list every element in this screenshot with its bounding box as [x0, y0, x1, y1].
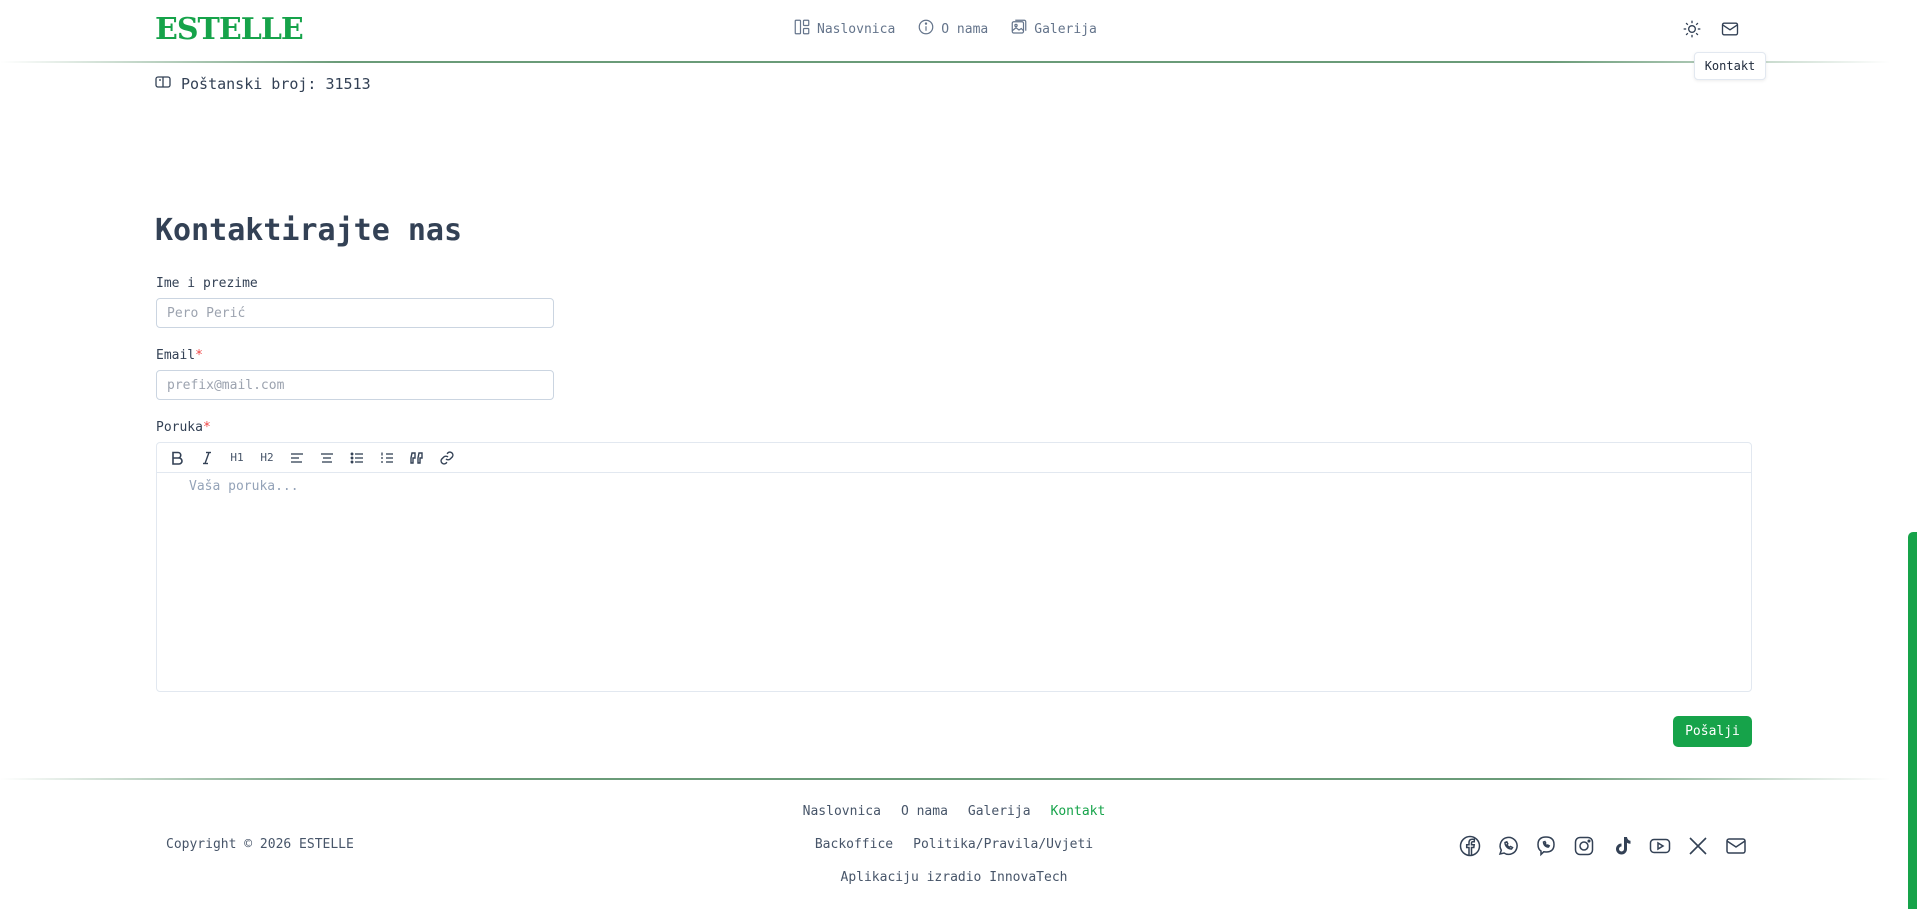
bold-button[interactable]	[163, 446, 191, 470]
link-icon	[440, 450, 454, 465]
italic-button[interactable]	[193, 446, 221, 470]
submit-button[interactable]: Pošalji	[1673, 716, 1752, 747]
mail-icon[interactable]	[1720, 19, 1740, 39]
email-input[interactable]	[156, 370, 554, 400]
viber-icon[interactable]	[1534, 834, 1558, 858]
nav-label: Galerija	[1034, 21, 1097, 37]
ordered-list-icon	[381, 452, 393, 463]
align-left-button[interactable]	[283, 446, 311, 470]
site-header: ESTELLE Naslovnica O nama Galerija	[0, 0, 1918, 61]
align-center-button[interactable]	[313, 446, 341, 470]
heading-1-button[interactable]: H1	[223, 446, 251, 470]
name-label: Ime i prezime	[156, 276, 258, 291]
scrollbar-thumb[interactable]	[1908, 532, 1917, 909]
x-icon[interactable]	[1686, 834, 1710, 858]
facebook-icon[interactable]	[1458, 834, 1482, 858]
quote-icon	[410, 451, 423, 464]
name-input[interactable]	[156, 298, 554, 328]
email-label-text: Email	[156, 348, 196, 363]
postal-code-text: Poštanski broj: 31513	[181, 75, 371, 93]
required-mark: *	[202, 420, 211, 435]
email-label: Email*	[156, 348, 203, 363]
bullet-list-button[interactable]	[343, 446, 371, 470]
gallery-icon	[1010, 18, 1028, 40]
footer-link-policy[interactable]: Politika/Pravila/Uvjeti	[913, 837, 1093, 852]
tiktok-icon[interactable]	[1610, 834, 1634, 858]
social-links	[1458, 834, 1748, 858]
footer-link-backoffice[interactable]: Backoffice	[815, 837, 893, 852]
message-label: Poruka*	[156, 420, 211, 435]
footer-nav: Naslovnica O nama Galerija Kontakt	[0, 804, 1908, 819]
footer-link-kontakt[interactable]: Kontakt	[1051, 804, 1106, 819]
info-icon	[917, 18, 935, 40]
message-label-text: Poruka	[156, 420, 203, 435]
mailbox-icon	[155, 75, 171, 93]
nav-item-o-nama[interactable]: O nama	[917, 18, 988, 40]
heading-2-button[interactable]: H2	[253, 446, 281, 470]
bullet-list-icon	[350, 452, 363, 463]
form-title: Kontaktirajte nas	[155, 213, 463, 248]
header-divider	[0, 61, 1890, 63]
footer-credit: Aplikaciju izradio InnovaTech	[0, 870, 1908, 885]
editor-toolbar: H1 H2	[157, 443, 1751, 473]
align-left-icon	[291, 452, 303, 463]
contact-tooltip: Kontakt	[1694, 52, 1766, 80]
youtube-icon[interactable]	[1648, 834, 1672, 858]
footer-link-o-nama[interactable]: O nama	[901, 804, 948, 819]
main-nav: Naslovnica O nama Galerija	[793, 18, 1097, 40]
whatsapp-icon[interactable]	[1496, 834, 1520, 858]
sun-icon[interactable]	[1682, 19, 1702, 39]
footer-divider	[0, 778, 1890, 780]
ordered-list-button[interactable]	[373, 446, 401, 470]
name-label-text: Ime i prezime	[156, 276, 258, 291]
nav-item-galerija[interactable]: Galerija	[1010, 18, 1097, 40]
footer-link-galerija[interactable]: Galerija	[968, 804, 1031, 819]
footer-link-naslovnica[interactable]: Naslovnica	[803, 804, 881, 819]
instagram-icon[interactable]	[1572, 834, 1596, 858]
site-logo[interactable]: ESTELLE	[155, 14, 304, 46]
layout-icon	[793, 18, 811, 40]
align-center-icon	[321, 452, 333, 463]
bold-icon	[172, 451, 183, 465]
postal-code-line: Poštanski broj: 31513	[155, 75, 371, 93]
heading-2-label: H2	[260, 451, 274, 464]
message-editor: H1 H2 Vaša poruka...	[156, 442, 1752, 692]
nav-label: O nama	[941, 21, 989, 37]
link-button[interactable]	[433, 446, 461, 470]
credit-link[interactable]: Aplikaciju izradio InnovaTech	[841, 870, 1068, 885]
mail-icon[interactable]	[1724, 834, 1748, 858]
message-textarea[interactable]: Vaša poruka...	[189, 479, 299, 494]
italic-icon	[203, 451, 211, 464]
copyright-text: Copyright © 2026 ESTELLE	[166, 837, 354, 852]
nav-item-naslovnica[interactable]: Naslovnica	[793, 18, 895, 40]
heading-1-label: H1	[230, 451, 244, 464]
blockquote-button[interactable]	[403, 446, 431, 470]
nav-label: Naslovnica	[817, 21, 896, 37]
required-mark: *	[195, 348, 203, 363]
